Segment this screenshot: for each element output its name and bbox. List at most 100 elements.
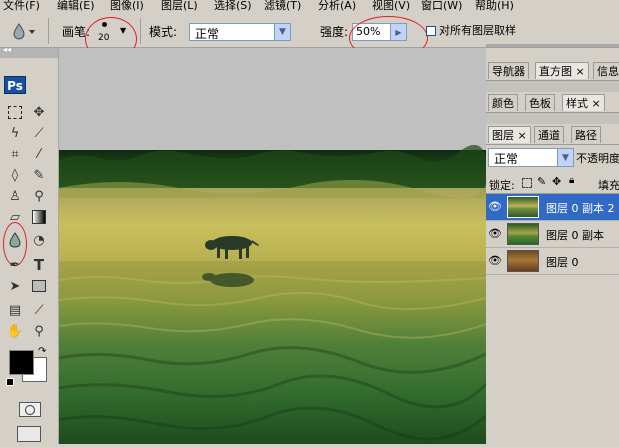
menu-image[interactable]: 图像(I): [110, 0, 144, 13]
blend-mode-value: 正常: [494, 152, 519, 166]
screen-mode-icon[interactable]: [17, 426, 41, 442]
menu-edit[interactable]: 编辑(E): [57, 0, 95, 13]
menu-help[interactable]: 帮助(H): [475, 0, 514, 13]
history-brush-icon[interactable]: ⚲: [29, 186, 49, 206]
quick-mask-icon[interactable]: [19, 402, 41, 417]
tab-label: 样式: [566, 97, 588, 110]
eyedropper-slice-icon[interactable]: ⁄: [29, 144, 49, 164]
blur-tool-preset-picker[interactable]: [12, 22, 36, 40]
tab-label: 路径: [575, 129, 597, 142]
panel-spacer: [486, 113, 619, 124]
tab-label: 导航器: [492, 65, 525, 78]
layer-thumbnail: [507, 250, 539, 272]
foreground-color-swatch[interactable]: [9, 350, 34, 375]
separator: [48, 18, 49, 44]
chevron-down-icon: ▼: [557, 149, 573, 166]
menu-filter[interactable]: 滤镜(T): [264, 0, 301, 13]
layer-name: 图层 0 副本 2: [546, 202, 615, 215]
tab-layers[interactable]: 图层 ×: [488, 126, 531, 143]
strength-label: 强度:: [320, 25, 349, 39]
magic-wand-icon[interactable]: ⟋: [29, 123, 49, 143]
menu-select[interactable]: 选择(S): [214, 0, 252, 13]
mode-select[interactable]: 正常 ▼: [189, 23, 291, 41]
panel-group-layers: 图层 × 通道 路径: [486, 124, 619, 145]
type-tool-icon[interactable]: T: [29, 255, 49, 275]
opacity-label: 不透明度: [576, 152, 619, 165]
tab-color[interactable]: 颜色: [488, 94, 518, 111]
zoom-tool-icon[interactable]: ⚲: [29, 321, 49, 341]
tab-label: 颜色: [492, 97, 514, 110]
move-tool-icon[interactable]: ✥: [29, 102, 49, 122]
layer-name: 图层 0 副本: [546, 229, 604, 242]
mode-label: 模式:: [149, 25, 178, 39]
panel-group-navigator: 导航器 直方图 × 信息: [486, 60, 619, 81]
close-icon[interactable]: ×: [518, 129, 527, 142]
tab-styles[interactable]: 样式 ×: [562, 94, 605, 111]
lasso-tool-icon[interactable]: ϟ: [5, 123, 25, 143]
collapse-icon[interactable]: ◂◂: [3, 45, 11, 54]
layer-thumbnail: [507, 196, 539, 218]
tab-paths[interactable]: 路径: [571, 126, 601, 143]
tab-label: 图层: [492, 129, 514, 142]
shape-tool-icon[interactable]: [29, 276, 49, 296]
clone-stamp-icon[interactable]: ♙: [5, 186, 25, 206]
mode-value: 正常: [195, 27, 220, 41]
menu-view[interactable]: 视图(V): [372, 0, 410, 13]
layer-thumbnail: [507, 223, 539, 245]
notes-tool-icon[interactable]: ▤: [5, 300, 25, 320]
chevron-down-icon: ▼: [274, 24, 290, 40]
tab-label: 直方图: [539, 65, 572, 78]
hand-tool-icon[interactable]: ✋: [5, 321, 25, 341]
tab-label: 通道: [538, 129, 560, 142]
lock-image-icon[interactable]: ✎: [537, 175, 546, 188]
layer-row[interactable]: 👁︎ 图层 0: [486, 248, 619, 275]
panel-spacer: [486, 81, 619, 92]
dodge-tool-icon[interactable]: ◔: [29, 230, 49, 250]
separator: [140, 18, 141, 44]
photo-image: [58, 48, 488, 444]
menu-file[interactable]: 文件(F): [3, 0, 40, 13]
tab-info[interactable]: 信息: [593, 62, 619, 79]
blend-mode-select[interactable]: 正常 ▼: [488, 148, 574, 167]
default-colors-icon[interactable]: [6, 378, 14, 386]
close-icon[interactable]: ×: [592, 97, 601, 110]
crop-tool-icon[interactable]: ⌗: [5, 144, 25, 164]
gradient-tool-icon[interactable]: [29, 207, 49, 227]
menu-layer[interactable]: 图层(L): [161, 0, 198, 13]
sample-all-checkbox[interactable]: [426, 26, 436, 36]
brush-tool-icon[interactable]: ✎: [29, 165, 49, 185]
eye-icon[interactable]: 👁︎: [488, 226, 502, 241]
close-icon[interactable]: ×: [576, 65, 585, 78]
pen-tool-icon[interactable]: ✒: [5, 255, 25, 275]
eyedropper-icon[interactable]: ⟋: [29, 300, 49, 320]
lock-label: 锁定:: [489, 179, 515, 192]
toolbox: ◂◂ Ps ✥ ϟ ⟋ ⌗ ⁄ ◊ ✎ ♙ ⚲ ▱ ◔ ✒ T ➤ ▤ ⟋ ✋ …: [0, 45, 59, 444]
layer-row[interactable]: 👁︎ 图层 0 副本: [486, 221, 619, 248]
swap-colors-icon[interactable]: ↷: [38, 346, 46, 357]
lock-all-icon[interactable]: 🔒︎: [569, 175, 574, 186]
tab-channels[interactable]: 通道: [534, 126, 564, 143]
tab-swatches[interactable]: 色板: [525, 94, 555, 111]
menu-bar: 文件(F) 编辑(E) 图像(I) 图层(L) 选择(S) 滤镜(T) 分析(A…: [0, 0, 619, 13]
menu-analysis[interactable]: 分析(A): [318, 0, 356, 13]
document-canvas[interactable]: [58, 48, 488, 444]
eye-icon[interactable]: 👁︎: [488, 199, 502, 214]
lock-transparent-icon[interactable]: [522, 178, 532, 188]
panel-group-color: 颜色 色板 样式 ×: [486, 92, 619, 113]
layer-name: 图层 0: [546, 256, 579, 269]
path-selection-icon[interactable]: ➤: [5, 276, 25, 296]
menu-window[interactable]: 窗口(W): [421, 0, 462, 13]
lock-position-icon[interactable]: ✥: [552, 175, 561, 188]
tab-histogram[interactable]: 直方图 ×: [535, 62, 589, 79]
eye-icon[interactable]: 👁︎: [488, 253, 502, 268]
toolbox-grip[interactable]: ◂◂: [0, 45, 58, 58]
tab-navigator[interactable]: 导航器: [488, 62, 529, 79]
sample-all-label: 对所有图层取样: [439, 24, 516, 37]
layer-row[interactable]: 👁︎ 图层 0 副本 2: [486, 194, 619, 221]
marquee-tool-icon[interactable]: [5, 102, 25, 122]
fill-label: 填充: [598, 179, 619, 192]
ps-logo[interactable]: Ps: [4, 76, 26, 94]
healing-brush-icon[interactable]: ◊: [5, 165, 25, 185]
tab-label: 信息: [597, 65, 619, 78]
blur-drop-icon: [13, 23, 35, 40]
